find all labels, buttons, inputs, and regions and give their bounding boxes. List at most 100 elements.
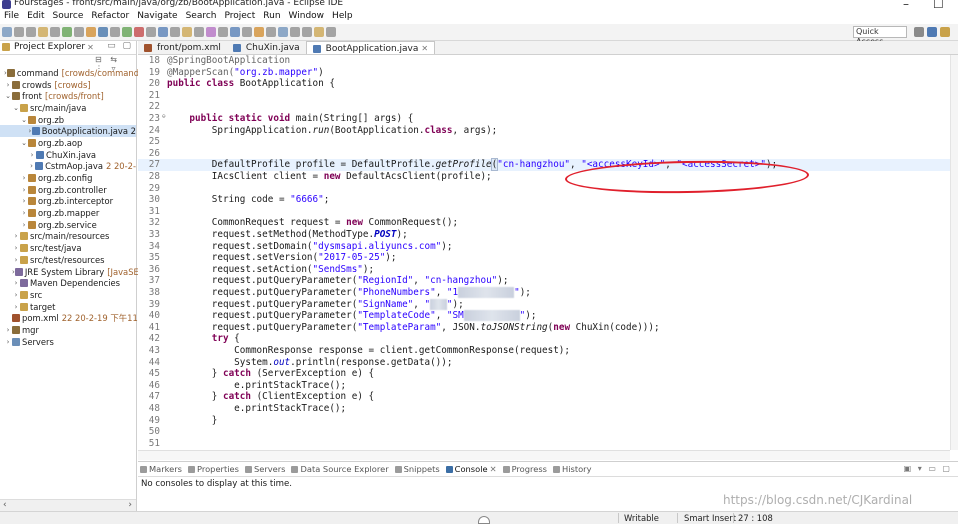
pin-icon[interactable] xyxy=(314,27,324,37)
chevron-right-icon[interactable]: › xyxy=(20,174,28,182)
menu-edit[interactable]: Edit xyxy=(23,10,48,24)
new-icon[interactable] xyxy=(2,27,12,37)
back-icon[interactable] xyxy=(290,27,300,37)
dropdown-icon[interactable] xyxy=(218,27,228,37)
tab-bootapplication-java[interactable]: BootApplication.java ✕ xyxy=(305,41,436,54)
dropdown-icon[interactable] xyxy=(326,27,336,37)
tree-item[interactable]: ⌄ src/main/java xyxy=(0,102,136,114)
save-all-icon[interactable] xyxy=(26,27,36,37)
close-icon[interactable]: ✕ xyxy=(87,43,94,52)
dropdown-icon[interactable] xyxy=(146,27,156,37)
tree-item[interactable]: › org.zb.service xyxy=(0,219,136,231)
tab-servers[interactable]: Servers xyxy=(244,464,285,474)
tree-item[interactable]: ⌄ org.zb.aop xyxy=(0,137,136,149)
tree-item[interactable]: › src/main/resources xyxy=(0,231,136,243)
menu-source[interactable]: Source xyxy=(49,10,88,24)
search-icon[interactable] xyxy=(254,27,264,37)
menu-navigate[interactable]: Navigate xyxy=(133,10,181,24)
menu-run[interactable]: Run xyxy=(259,10,284,24)
step-icon[interactable] xyxy=(74,27,84,37)
dropdown-icon[interactable] xyxy=(194,27,204,37)
forward-icon[interactable] xyxy=(302,27,312,37)
scroll-right-icon[interactable]: › xyxy=(128,500,132,510)
tree-item[interactable]: › ChuXin.java xyxy=(0,149,136,161)
scroll-left-icon[interactable]: ‹ xyxy=(3,500,7,510)
tree-item[interactable]: › src xyxy=(0,289,136,301)
tab-pom-xml[interactable]: front/pom.xml xyxy=(138,41,227,54)
menu-project[interactable]: Project xyxy=(220,10,259,24)
run-icon[interactable] xyxy=(86,27,96,37)
tree-item[interactable]: › org.zb.config xyxy=(0,172,136,184)
dropdown-icon[interactable] xyxy=(242,27,252,37)
tree-item[interactable]: › org.zb.controller xyxy=(0,184,136,196)
chevron-right-icon[interactable]: › xyxy=(20,209,28,217)
tab-history[interactable]: History xyxy=(552,464,592,474)
dropdown-icon[interactable] xyxy=(266,27,276,37)
code-area[interactable]: 18 @SpringBootApplication 19 @MapperScan("… xyxy=(138,55,950,450)
chevron-right-icon[interactable]: › xyxy=(28,162,35,170)
chevron-down-icon[interactable]: ⌄ xyxy=(20,116,28,124)
chevron-right-icon[interactable]: › xyxy=(12,303,20,311)
chevron-right-icon[interactable]: › xyxy=(12,291,20,299)
menu-search[interactable]: Search xyxy=(182,10,221,24)
chevron-right-icon[interactable]: › xyxy=(20,197,28,205)
editor-horizontal-scrollbar[interactable] xyxy=(138,450,950,460)
tree-item[interactable]: › crowds [crowds] xyxy=(0,79,136,91)
console-view-controls[interactable]: ▣ ▾ ▭ ▢ xyxy=(904,464,952,473)
tab-data-source-explorer[interactable]: Data Source Explorer xyxy=(291,464,389,474)
tree-item[interactable]: › Maven Dependencies xyxy=(0,277,136,289)
tree-item[interactable]: › BootApplication.java 2 xyxy=(0,125,136,138)
chevron-right-icon[interactable]: › xyxy=(4,326,12,334)
stop-icon[interactable] xyxy=(134,27,144,37)
tree-item[interactable]: › org.zb.mapper xyxy=(0,207,136,219)
chevron-right-icon[interactable]: › xyxy=(4,338,12,346)
dropdown-icon[interactable] xyxy=(170,27,180,37)
tree-item[interactable]: › org.zb.interceptor xyxy=(0,196,136,208)
chevron-right-icon[interactable]: › xyxy=(12,256,20,264)
tab-markers[interactable]: Markers xyxy=(140,464,182,474)
menu-file[interactable]: File xyxy=(0,10,23,24)
editor-vertical-scrollbar[interactable] xyxy=(950,55,958,450)
chevron-right-icon[interactable]: › xyxy=(20,186,28,194)
tab-console[interactable]: Console ✕ xyxy=(445,464,497,474)
tree-item[interactable]: › CstmAop.java 2 20-2- xyxy=(0,161,136,173)
java-ee-perspective-icon[interactable] xyxy=(927,27,937,37)
open-perspective-icon[interactable] xyxy=(914,27,924,37)
tab-progress[interactable]: Progress xyxy=(502,464,547,474)
java-perspective-icon[interactable] xyxy=(940,27,950,37)
menu-window[interactable]: Window xyxy=(285,10,329,24)
minimize-maximize-icons[interactable]: ▭ ▢ xyxy=(107,41,133,51)
tree-item[interactable]: › JRE System Library [JavaSE-1 xyxy=(0,266,147,278)
chevron-down-icon[interactable]: ⌄ xyxy=(12,104,20,112)
close-tab-icon[interactable]: ✕ xyxy=(421,44,428,53)
new-package-icon[interactable] xyxy=(182,27,192,37)
chevron-right-icon[interactable]: › xyxy=(20,221,28,229)
tree-item[interactable]: ⌄ front [crowds/front] xyxy=(0,90,136,102)
run-config-icon[interactable] xyxy=(98,27,108,37)
tree-item[interactable]: › mgr xyxy=(0,324,136,336)
open-task-icon[interactable] xyxy=(230,27,240,37)
tab-chuxin-java[interactable]: ChuXin.java xyxy=(227,41,306,54)
quick-access-field[interactable]: Quick Access xyxy=(853,26,907,46)
menu-help[interactable]: Help xyxy=(328,10,357,24)
dropdown-icon[interactable] xyxy=(110,27,120,37)
tree-item[interactable]: pom.xml 22 20-2-19 下午11 xyxy=(0,312,138,324)
tree-item[interactable]: › Servers xyxy=(0,336,136,348)
chevron-right-icon[interactable]: › xyxy=(12,244,20,252)
tree-item[interactable]: › target xyxy=(0,301,136,313)
tab-snippets[interactable]: Snippets xyxy=(394,464,440,474)
tree-item[interactable]: ⌄ org.zb xyxy=(0,114,136,126)
chevron-right-icon[interactable]: › xyxy=(12,279,20,287)
chevron-down-icon[interactable]: ⌄ xyxy=(20,139,28,147)
separator-icon[interactable] xyxy=(50,27,60,37)
new-java-project-icon[interactable] xyxy=(158,27,168,37)
chevron-down-icon[interactable]: ⌄ xyxy=(4,92,12,100)
tree-item[interactable]: › src/test/java xyxy=(0,242,136,254)
tab-properties[interactable]: Properties xyxy=(188,464,239,474)
close-icon[interactable]: ✕ xyxy=(490,464,497,474)
open-type-icon[interactable] xyxy=(38,27,48,37)
annotation-icon[interactable] xyxy=(278,27,288,37)
external-tools-icon[interactable] xyxy=(122,27,132,37)
new-class-icon[interactable] xyxy=(206,27,216,37)
explorer-horizontal-scrollbar[interactable]: ‹ › xyxy=(0,499,136,511)
